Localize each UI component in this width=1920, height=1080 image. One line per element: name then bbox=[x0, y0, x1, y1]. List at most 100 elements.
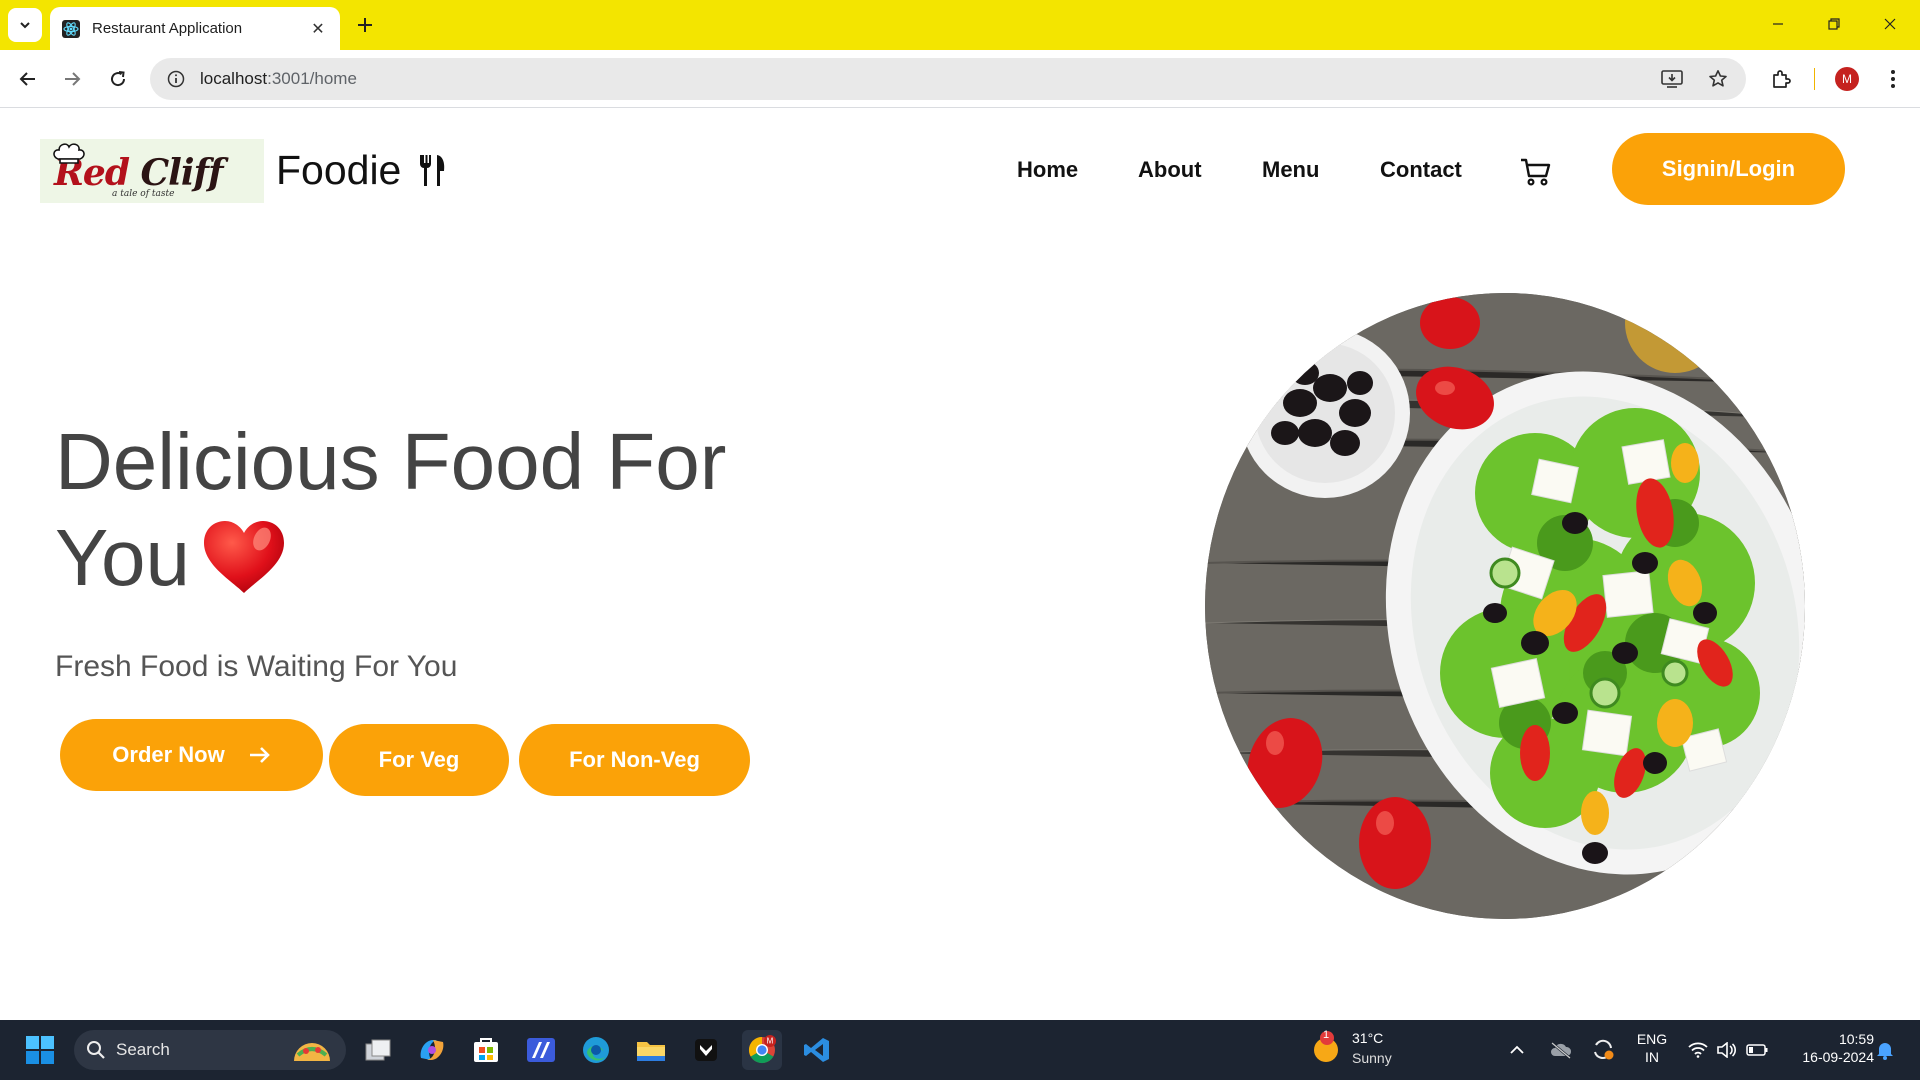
copilot-button[interactable] bbox=[412, 1030, 452, 1070]
kebab-menu-icon bbox=[1891, 70, 1895, 88]
weather-widget[interactable]: 1 31°C Sunny bbox=[1310, 1028, 1392, 1069]
sync-app-button[interactable] bbox=[1588, 1030, 1618, 1070]
vscode-icon bbox=[804, 1038, 829, 1062]
restore-icon bbox=[1828, 18, 1840, 30]
volume-icon bbox=[1717, 1042, 1737, 1058]
tab-close-icon[interactable]: ✕ bbox=[308, 19, 328, 39]
svg-text:M: M bbox=[767, 1037, 774, 1046]
onedrive-button[interactable] bbox=[1546, 1030, 1576, 1070]
chevron-up-icon bbox=[1510, 1045, 1524, 1054]
vscode-button[interactable] bbox=[797, 1030, 837, 1070]
battery-button[interactable] bbox=[1742, 1030, 1772, 1070]
profile-button[interactable]: M bbox=[1832, 64, 1862, 94]
clock[interactable]: 10:59 16-09-2024 bbox=[1784, 1031, 1874, 1065]
task-view-button[interactable] bbox=[358, 1030, 398, 1070]
folder-icon bbox=[637, 1042, 665, 1061]
notifications-button[interactable] bbox=[1870, 1030, 1900, 1070]
url-text: localhost:3001/home bbox=[200, 69, 357, 88]
weather-temp: 31°C bbox=[1352, 1030, 1384, 1046]
wifi-button[interactable] bbox=[1682, 1030, 1714, 1070]
clock-time: 10:59 bbox=[1838, 1031, 1874, 1047]
terminal-app-button[interactable] bbox=[686, 1030, 726, 1070]
chef-hat-icon bbox=[53, 143, 85, 164]
minimize-button[interactable] bbox=[1758, 10, 1798, 38]
copilot-icon bbox=[420, 1040, 444, 1060]
nav-contact[interactable]: Contact bbox=[1380, 157, 1462, 183]
taco-icon bbox=[294, 1043, 330, 1061]
tab-title: Restaurant Application bbox=[92, 20, 243, 37]
address-bar[interactable]: localhost:3001/home bbox=[150, 58, 1746, 100]
react-favicon-icon bbox=[62, 19, 80, 38]
nav-about[interactable]: About bbox=[1138, 157, 1202, 183]
new-tab-button[interactable] bbox=[352, 12, 378, 38]
close-window-button[interactable] bbox=[1870, 10, 1910, 38]
store-icon bbox=[474, 1038, 498, 1062]
volume-button[interactable] bbox=[1712, 1030, 1742, 1070]
restore-button[interactable] bbox=[1814, 10, 1854, 38]
for-veg-button[interactable]: For Veg bbox=[329, 724, 509, 796]
arrow-left-icon bbox=[19, 72, 35, 86]
order-now-button[interactable]: Order Now bbox=[60, 719, 323, 791]
cloud-off-icon bbox=[1551, 1042, 1572, 1059]
app-launcher-button[interactable] bbox=[521, 1030, 561, 1070]
fork-knife-icon bbox=[420, 155, 445, 186]
edge-icon bbox=[583, 1037, 609, 1063]
taskbar-search[interactable]: Search bbox=[74, 1030, 346, 1070]
forward-button[interactable] bbox=[57, 64, 87, 94]
for-nonveg-button[interactable]: For Non-Veg bbox=[519, 724, 750, 796]
toolbar-divider bbox=[1814, 68, 1815, 90]
back-button[interactable] bbox=[13, 64, 43, 94]
brand: Foodie bbox=[276, 145, 447, 195]
language-indicator[interactable]: ENG IN bbox=[1632, 1031, 1672, 1065]
minimize-icon bbox=[1773, 23, 1783, 25]
sync-icon bbox=[1594, 1039, 1614, 1060]
edge-button[interactable] bbox=[576, 1030, 616, 1070]
nav-home[interactable]: Home bbox=[1017, 157, 1078, 183]
install-app-icon[interactable] bbox=[1656, 58, 1688, 100]
file-explorer-button[interactable] bbox=[631, 1030, 671, 1070]
reload-icon bbox=[111, 71, 126, 87]
site-logo[interactable]: Red Cliff a tale of taste bbox=[40, 139, 264, 203]
chrome-button[interactable]: M bbox=[742, 1030, 782, 1070]
hero-title: Delicious Food For You bbox=[55, 417, 727, 602]
cart-button[interactable] bbox=[1520, 157, 1552, 192]
show-hidden-icons-button[interactable] bbox=[1502, 1030, 1532, 1070]
bookmark-star-icon[interactable] bbox=[1702, 58, 1734, 100]
browser-tab-strip: Restaurant Application ✕ bbox=[0, 0, 1920, 50]
browser-tab-active[interactable]: Restaurant Application ✕ bbox=[50, 7, 340, 50]
arrow-right-icon bbox=[65, 72, 81, 86]
close-icon bbox=[1884, 18, 1896, 30]
plus-icon bbox=[358, 18, 372, 32]
extensions-icon[interactable] bbox=[1766, 64, 1796, 94]
browser-toolbar: localhost:3001/home M bbox=[0, 50, 1920, 108]
start-button[interactable] bbox=[20, 1030, 60, 1070]
nav-menu[interactable]: Menu bbox=[1262, 157, 1319, 183]
chrome-icon: M bbox=[748, 1035, 776, 1064]
logo-tagline: a tale of taste bbox=[112, 189, 175, 199]
cart-icon bbox=[1521, 158, 1551, 186]
search-placeholder: Search bbox=[116, 1040, 170, 1059]
site-info-icon[interactable] bbox=[164, 67, 188, 91]
weather-condition: Sunny bbox=[1352, 1050, 1392, 1066]
chevron-down-icon bbox=[20, 22, 30, 29]
tab-search-button[interactable] bbox=[8, 8, 42, 42]
weather-badge: 1 bbox=[1323, 1029, 1330, 1041]
avatar: M bbox=[1835, 67, 1859, 91]
search-icon bbox=[87, 1041, 105, 1059]
azure-app-icon bbox=[527, 1038, 555, 1062]
web-page: Red Cliff a tale of taste Foodie Home Ab… bbox=[0, 109, 1920, 1020]
windows-taskbar: Search M 1 31°C Sunny ENG IN 10:59 16-09… bbox=[0, 1020, 1920, 1080]
windows-logo-icon bbox=[26, 1036, 54, 1064]
browser-menu-button[interactable] bbox=[1878, 64, 1908, 94]
signin-login-button[interactable]: Signin/Login bbox=[1612, 133, 1845, 205]
order-now-label: Order Now bbox=[112, 742, 225, 767]
clock-date: 16-09-2024 bbox=[1802, 1049, 1874, 1065]
arrow-right-icon bbox=[249, 747, 270, 763]
store-button[interactable] bbox=[466, 1030, 506, 1070]
battery-icon bbox=[1746, 1044, 1768, 1056]
heart-icon bbox=[204, 521, 284, 593]
brand-name: Foodie bbox=[276, 146, 402, 193]
reload-button[interactable] bbox=[103, 64, 133, 94]
wifi-icon bbox=[1688, 1042, 1708, 1058]
hero-food-image bbox=[1205, 293, 1805, 919]
